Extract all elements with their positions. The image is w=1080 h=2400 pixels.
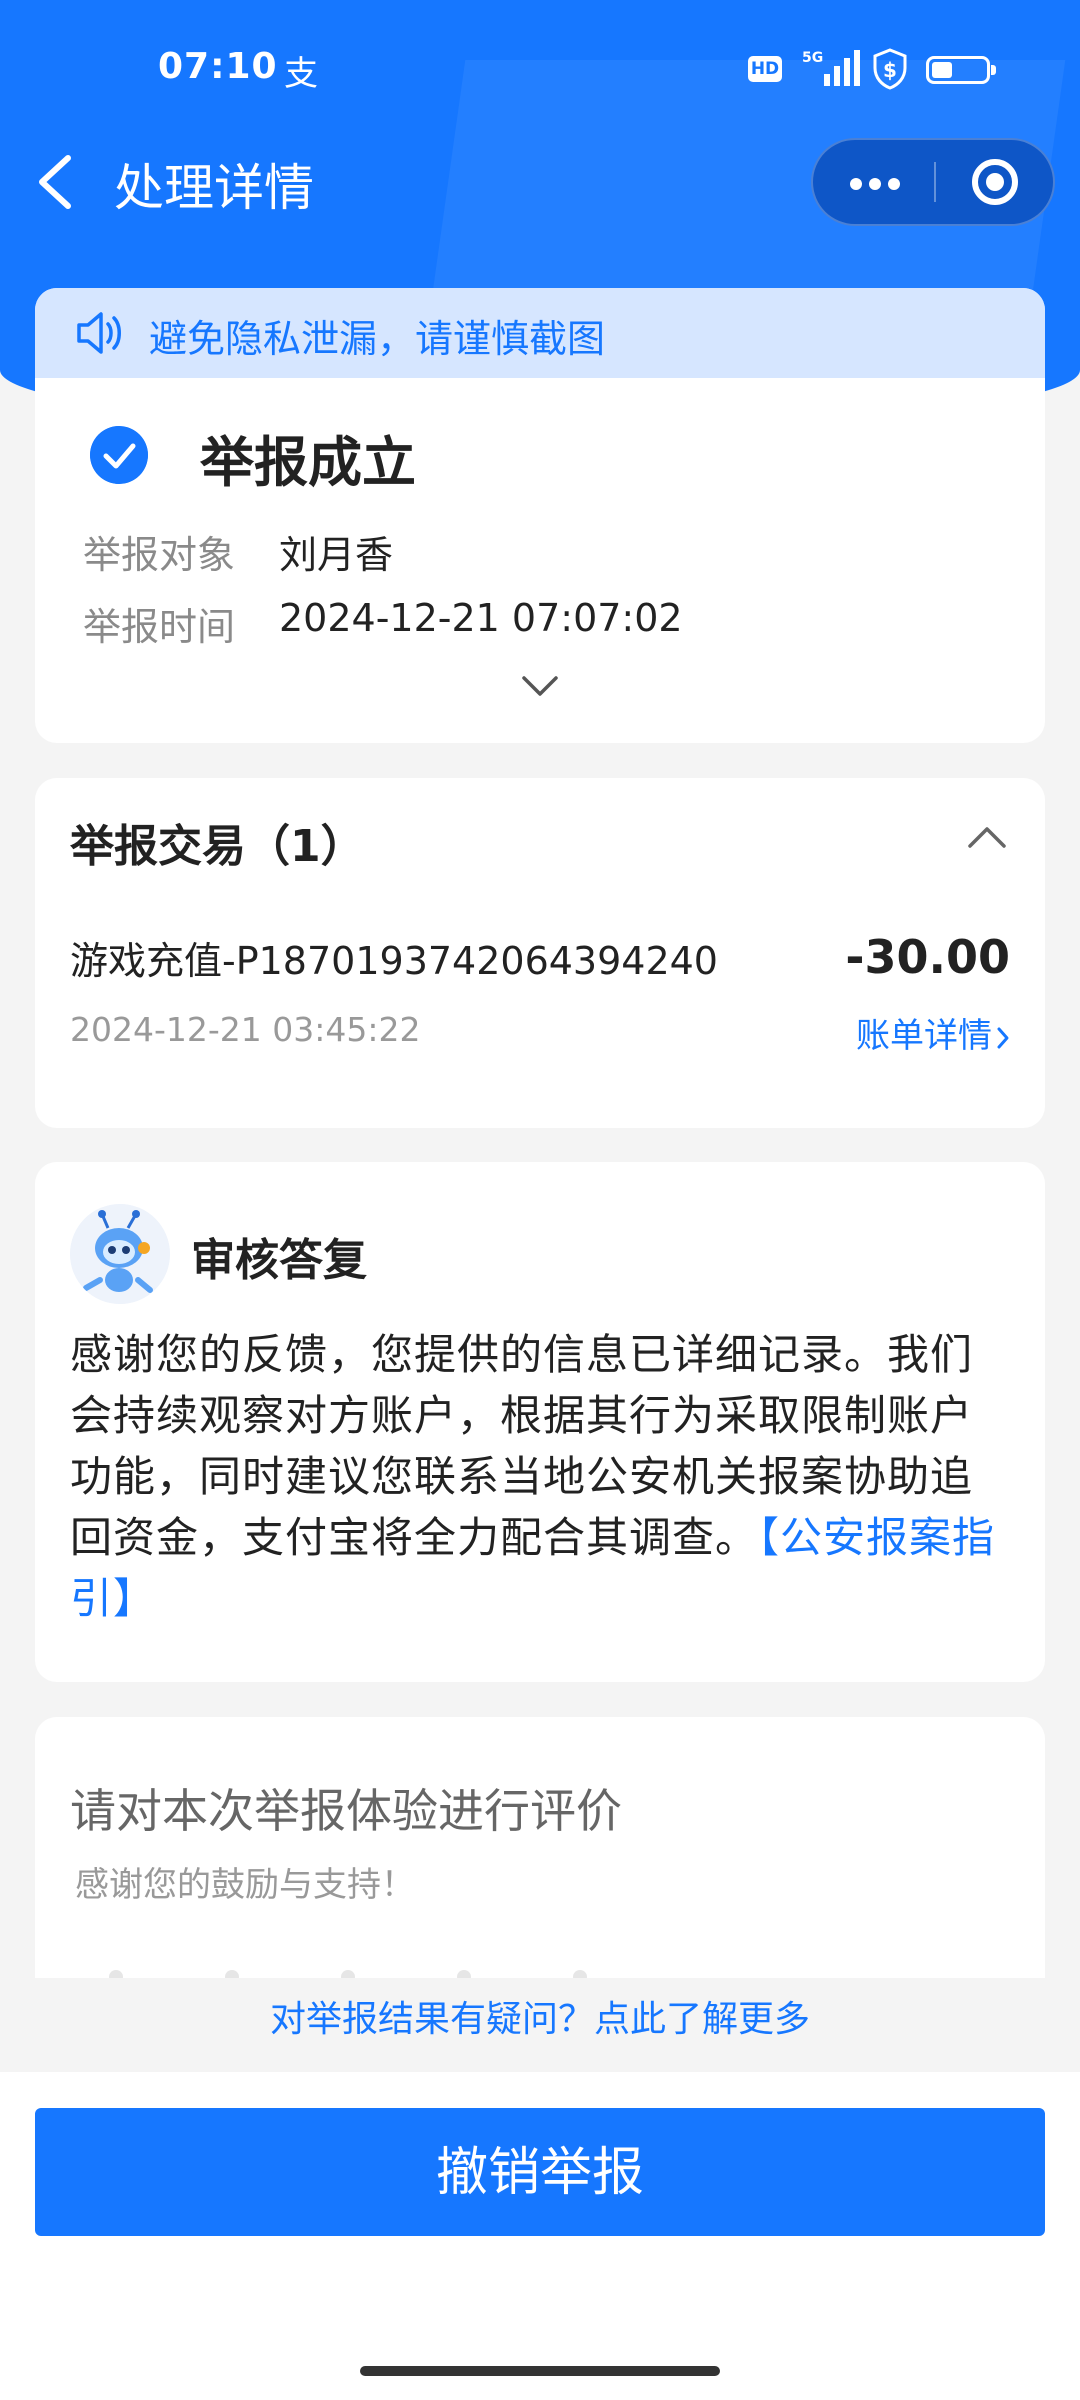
reply-title: 审核答复: [191, 1235, 367, 1286]
mini-program-capsule: [811, 138, 1055, 226]
svg-text:5G: 5G: [802, 50, 823, 66]
transaction-amount: -30.00: [845, 930, 1010, 984]
reply-text: 感谢您的反馈，您提供的信息已详细记录。我们会持续观察对方账户，根据其行为采取限制…: [70, 1324, 1015, 1629]
alipay-notification-icon: 支: [284, 54, 318, 94]
bill-detail-link-label: 账单详情: [856, 1016, 992, 1056]
status-time: 07:10: [158, 46, 278, 87]
report-status: 举报成立: [200, 431, 416, 494]
privacy-notice: 避免隐私泄漏，请谨慎截图: [35, 288, 1045, 378]
chevron-right-icon: [997, 1027, 1009, 1048]
report-time-label: 举报时间: [83, 605, 236, 649]
transactions-title: 举报交易（1）: [70, 821, 365, 872]
transaction-name: 游戏充值-P1870193742064394240: [70, 939, 718, 983]
svg-text:$: $: [883, 58, 897, 82]
rating-title: 请对本次举报体验进行评价: [70, 1784, 622, 1838]
home-indicator[interactable]: [360, 2366, 720, 2376]
rating-subtitle: 感谢您的鼓励与支持！: [75, 1865, 415, 1905]
report-transactions-card: 举报交易（1） 游戏充值-P1870193742064394240 -30.00…: [35, 778, 1045, 1128]
back-icon[interactable]: [34, 152, 78, 212]
page-title: 处理详情: [114, 159, 314, 217]
privacy-notice-text: 避免隐私泄漏，请谨慎截图: [149, 317, 606, 361]
speaker-icon: [77, 312, 121, 354]
review-reply-card: 审核答复 感谢您的反馈，您提供的信息已详细记录。我们会持续观察对方账户，根据其行…: [35, 1162, 1045, 1682]
cancel-report-button[interactable]: 撤销举报: [35, 2108, 1045, 2236]
more-icon[interactable]: [813, 140, 934, 224]
chevron-down-icon[interactable]: [521, 674, 559, 698]
hd-icon: HD: [748, 56, 782, 82]
check-circle-icon: [90, 426, 148, 484]
transaction-time: 2024-12-21 03:45:22: [70, 1010, 421, 1049]
chevron-up-icon[interactable]: [967, 824, 1007, 850]
faq-link[interactable]: 对举报结果有疑问？点此了解更多: [0, 1990, 1080, 2042]
report-target-label: 举报对象: [83, 533, 236, 577]
status-bar: 07:10 支 HD 5G $: [0, 0, 1080, 140]
battery-icon: [926, 56, 996, 84]
ant-mascot-icon: [70, 1204, 170, 1304]
bill-detail-link[interactable]: 账单详情: [856, 1008, 1010, 1057]
report-status-card: 避免隐私泄漏，请谨慎截图 举报成立 举报对象 刘月香 举报时间 2024-12-…: [35, 288, 1045, 743]
shield-icon: $: [873, 48, 907, 90]
report-target-value: 刘月香: [279, 533, 394, 577]
assistant-avatar: [70, 1204, 170, 1304]
mini-program-close-icon[interactable]: [936, 140, 1053, 224]
signal-5g-icon: 5G: [802, 50, 860, 86]
report-time-value: 2024-12-21 07:07:02: [279, 596, 683, 640]
